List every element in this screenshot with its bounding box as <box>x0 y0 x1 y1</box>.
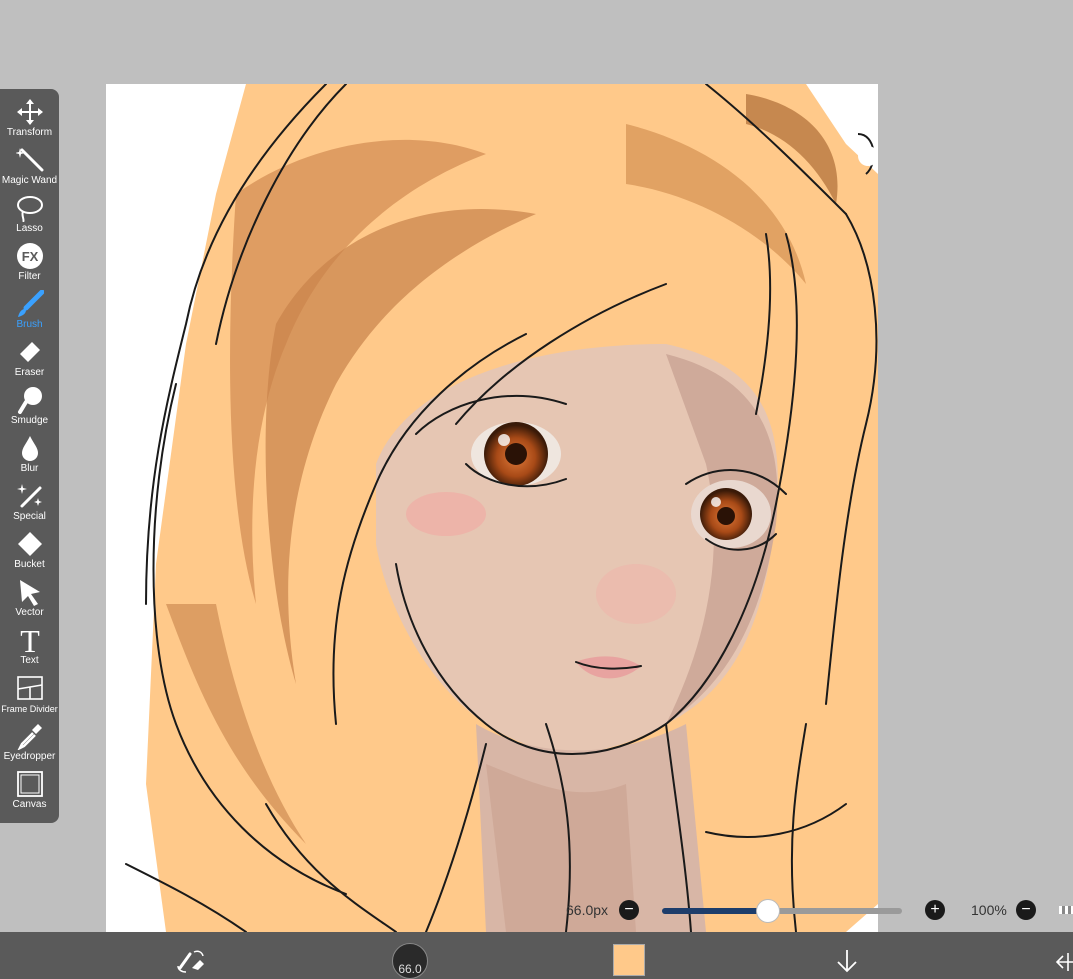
special-sparkle-icon <box>15 481 45 511</box>
tool-label: Text <box>20 655 39 666</box>
tool-label: Vector <box>15 607 44 618</box>
tool-eraser[interactable]: Eraser <box>0 333 59 381</box>
brush-size-label: 66.0px <box>566 902 609 918</box>
fx-icon: FX <box>15 241 45 271</box>
frame-divider-icon <box>15 673 45 703</box>
artwork <box>125 84 878 932</box>
tool-smudge[interactable]: Smudge <box>0 381 59 429</box>
tool-label: Magic Wand <box>1 175 58 186</box>
blur-drop-icon <box>15 433 45 463</box>
tool-bucket[interactable]: Bucket <box>0 525 59 573</box>
brush-size-decrease-button[interactable]: − <box>619 900 639 920</box>
eraser-icon <box>15 337 45 367</box>
brush-size-slider-fill <box>662 908 768 914</box>
tool-label: Eraser <box>14 367 45 378</box>
svg-text:FX: FX <box>21 249 38 264</box>
color-swatch[interactable] <box>613 944 645 976</box>
bucket-icon <box>15 529 45 559</box>
brush-preview[interactable]: 66.0 <box>392 943 428 979</box>
tool-panel: Transform Magic Wand Lasso FX Filter Brush Era… <box>0 89 59 823</box>
tool-eyedropper[interactable]: Eyedropper <box>0 717 59 765</box>
magic-wand-icon <box>15 145 45 175</box>
checker-pattern-icon <box>1059 906 1073 914</box>
tool-label: Bucket <box>14 559 45 570</box>
tool-text[interactable]: T Text <box>0 621 59 669</box>
svg-text:T: T <box>20 625 40 655</box>
tool-label: Blur <box>20 463 39 474</box>
text-icon: T <box>15 625 45 655</box>
download-icon[interactable] <box>834 948 860 974</box>
drawing-canvas[interactable] <box>106 84 878 932</box>
tool-magic-wand[interactable]: Magic Wand <box>0 141 59 189</box>
canvas-icon <box>15 769 45 799</box>
tool-label: Special <box>13 511 46 522</box>
tool-canvas[interactable]: Canvas <box>0 765 59 813</box>
tool-label: Transform <box>6 127 53 138</box>
tool-transform[interactable]: Transform <box>0 93 59 141</box>
vector-arrow-icon <box>15 577 45 607</box>
tool-lasso[interactable]: Lasso <box>0 189 59 237</box>
tool-label: Frame Divider <box>1 704 58 714</box>
tool-label: Smudge <box>10 415 49 426</box>
bottom-toolbar: 66.0 <box>0 932 1073 979</box>
tool-special[interactable]: Special <box>0 477 59 525</box>
tool-frame-divider[interactable]: Frame Divider <box>0 669 59 717</box>
brush-icon <box>15 289 45 319</box>
tool-label: Canvas <box>12 799 47 810</box>
smudge-icon <box>15 385 45 415</box>
lasso-icon <box>15 193 45 223</box>
tool-label: Filter <box>18 271 41 282</box>
tool-label: Brush <box>16 319 43 330</box>
zoom-decrease-button[interactable]: − <box>1016 900 1036 920</box>
brush-eraser-toggle-icon[interactable] <box>176 946 206 974</box>
brush-size-increase-button[interactable]: + <box>925 900 945 920</box>
brush-size-badge: 66.0 <box>398 962 422 976</box>
tool-label: Eyedropper <box>3 751 56 762</box>
tool-filter[interactable]: FX Filter <box>0 237 59 285</box>
brush-size-slider-thumb[interactable] <box>755 899 780 923</box>
tool-label: Lasso <box>16 223 43 234</box>
brush-size-slider[interactable] <box>662 899 902 923</box>
tool-vector[interactable]: Vector <box>0 573 59 621</box>
tool-blur[interactable]: Blur <box>0 429 59 477</box>
tool-brush[interactable]: Brush <box>0 285 59 333</box>
eyedropper-icon <box>15 721 45 751</box>
transform-icon <box>15 97 45 127</box>
undo-back-icon[interactable] <box>1054 950 1073 974</box>
zoom-label: 100% <box>971 902 1007 918</box>
